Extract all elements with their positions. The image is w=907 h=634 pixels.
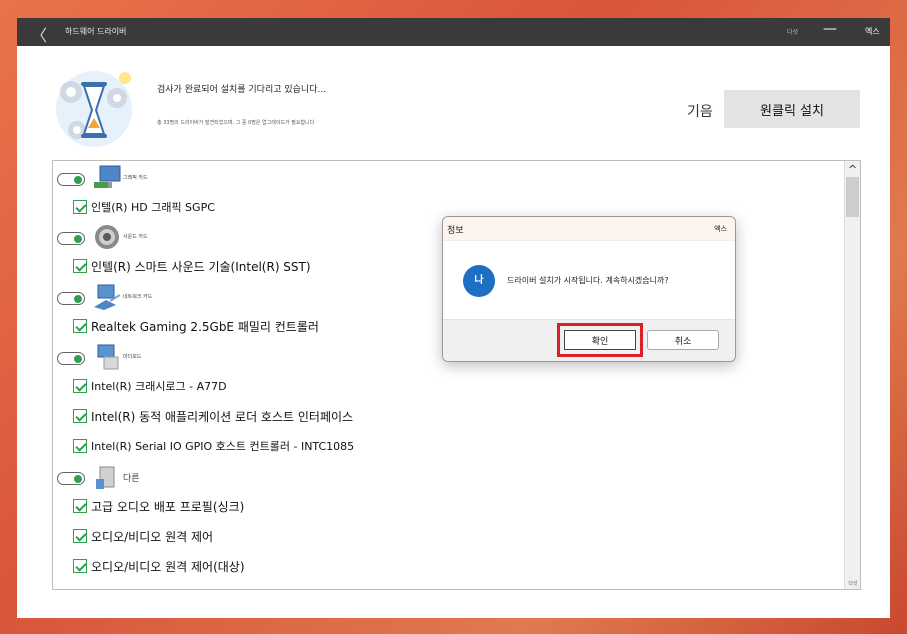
- category-label: 다른: [123, 474, 140, 484]
- minimize-label: 다섯: [787, 29, 799, 36]
- window-title: 하드웨어 드라이버: [65, 27, 127, 36]
- dialog-title: 정보: [447, 226, 464, 236]
- category-toggle[interactable]: [57, 232, 85, 245]
- language-label[interactable]: 기음: [687, 101, 713, 121]
- category-toggle[interactable]: [57, 472, 85, 485]
- close-button[interactable]: 엑스: [865, 26, 880, 37]
- checkbox[interactable]: [73, 200, 87, 214]
- checkbox[interactable]: [73, 559, 87, 573]
- dialog-footer: 확인 취소: [443, 319, 735, 361]
- info-icon: 나: [463, 265, 495, 297]
- back-button[interactable]: 〈: [31, 22, 47, 46]
- checkbox[interactable]: [73, 529, 87, 543]
- speaker-icon: [95, 225, 119, 249]
- ok-button[interactable]: 확인: [564, 330, 636, 350]
- checkbox[interactable]: [73, 259, 87, 273]
- minimize-button[interactable]: —: [823, 21, 837, 37]
- scan-summary-text: 총 33명의 드라이버가 발견되었으며, 그 중 0명은 업그레이드가 필요합니…: [157, 120, 315, 126]
- network-icon: [94, 284, 121, 310]
- scroll-label: 다섯: [848, 581, 858, 587]
- dialog-close-button[interactable]: 엑스: [714, 224, 727, 234]
- category-label: 마더보드: [123, 354, 142, 360]
- scan-status-text: 검사가 완료되어 설치를 기다리고 있습니다...: [157, 85, 327, 95]
- title-bar: 〈 하드웨어 드라이버 다섯 — 엑스: [17, 18, 890, 46]
- motherboard-icon: [97, 344, 119, 370]
- category-label: 그래픽 카드: [123, 175, 148, 181]
- category-toggle[interactable]: [57, 292, 85, 305]
- checkbox[interactable]: [73, 319, 87, 333]
- category-label: 네트워크 카드: [123, 294, 153, 300]
- scrollbar[interactable]: ^ 다섯: [844, 161, 860, 589]
- hourglass-gears-icon: [56, 71, 132, 147]
- category-toggle[interactable]: [57, 173, 85, 186]
- device-icon: [96, 466, 115, 489]
- dialog-message: 드라이버 설치가 시작됩니다. 계속하시겠습니까?: [507, 276, 669, 285]
- checkbox[interactable]: [73, 439, 87, 453]
- checkbox[interactable]: [73, 499, 87, 513]
- info-dialog: 정보 엑스 나 드라이버 설치가 시작됩니다. 계속하시겠습니까? 확인 취소: [442, 216, 736, 362]
- scroll-up-icon[interactable]: ^: [848, 163, 857, 176]
- category-toggle[interactable]: [57, 352, 85, 365]
- one-click-install-button[interactable]: 원클릭 설치: [724, 90, 860, 128]
- monitor-icon: [94, 165, 121, 188]
- dialog-header: 정보 엑스: [443, 217, 735, 241]
- scroll-thumb[interactable]: [846, 177, 859, 217]
- category-label: 사운드 카드: [123, 234, 148, 240]
- checkbox[interactable]: [73, 409, 87, 423]
- cancel-button[interactable]: 취소: [647, 330, 719, 350]
- checkbox[interactable]: [73, 379, 87, 393]
